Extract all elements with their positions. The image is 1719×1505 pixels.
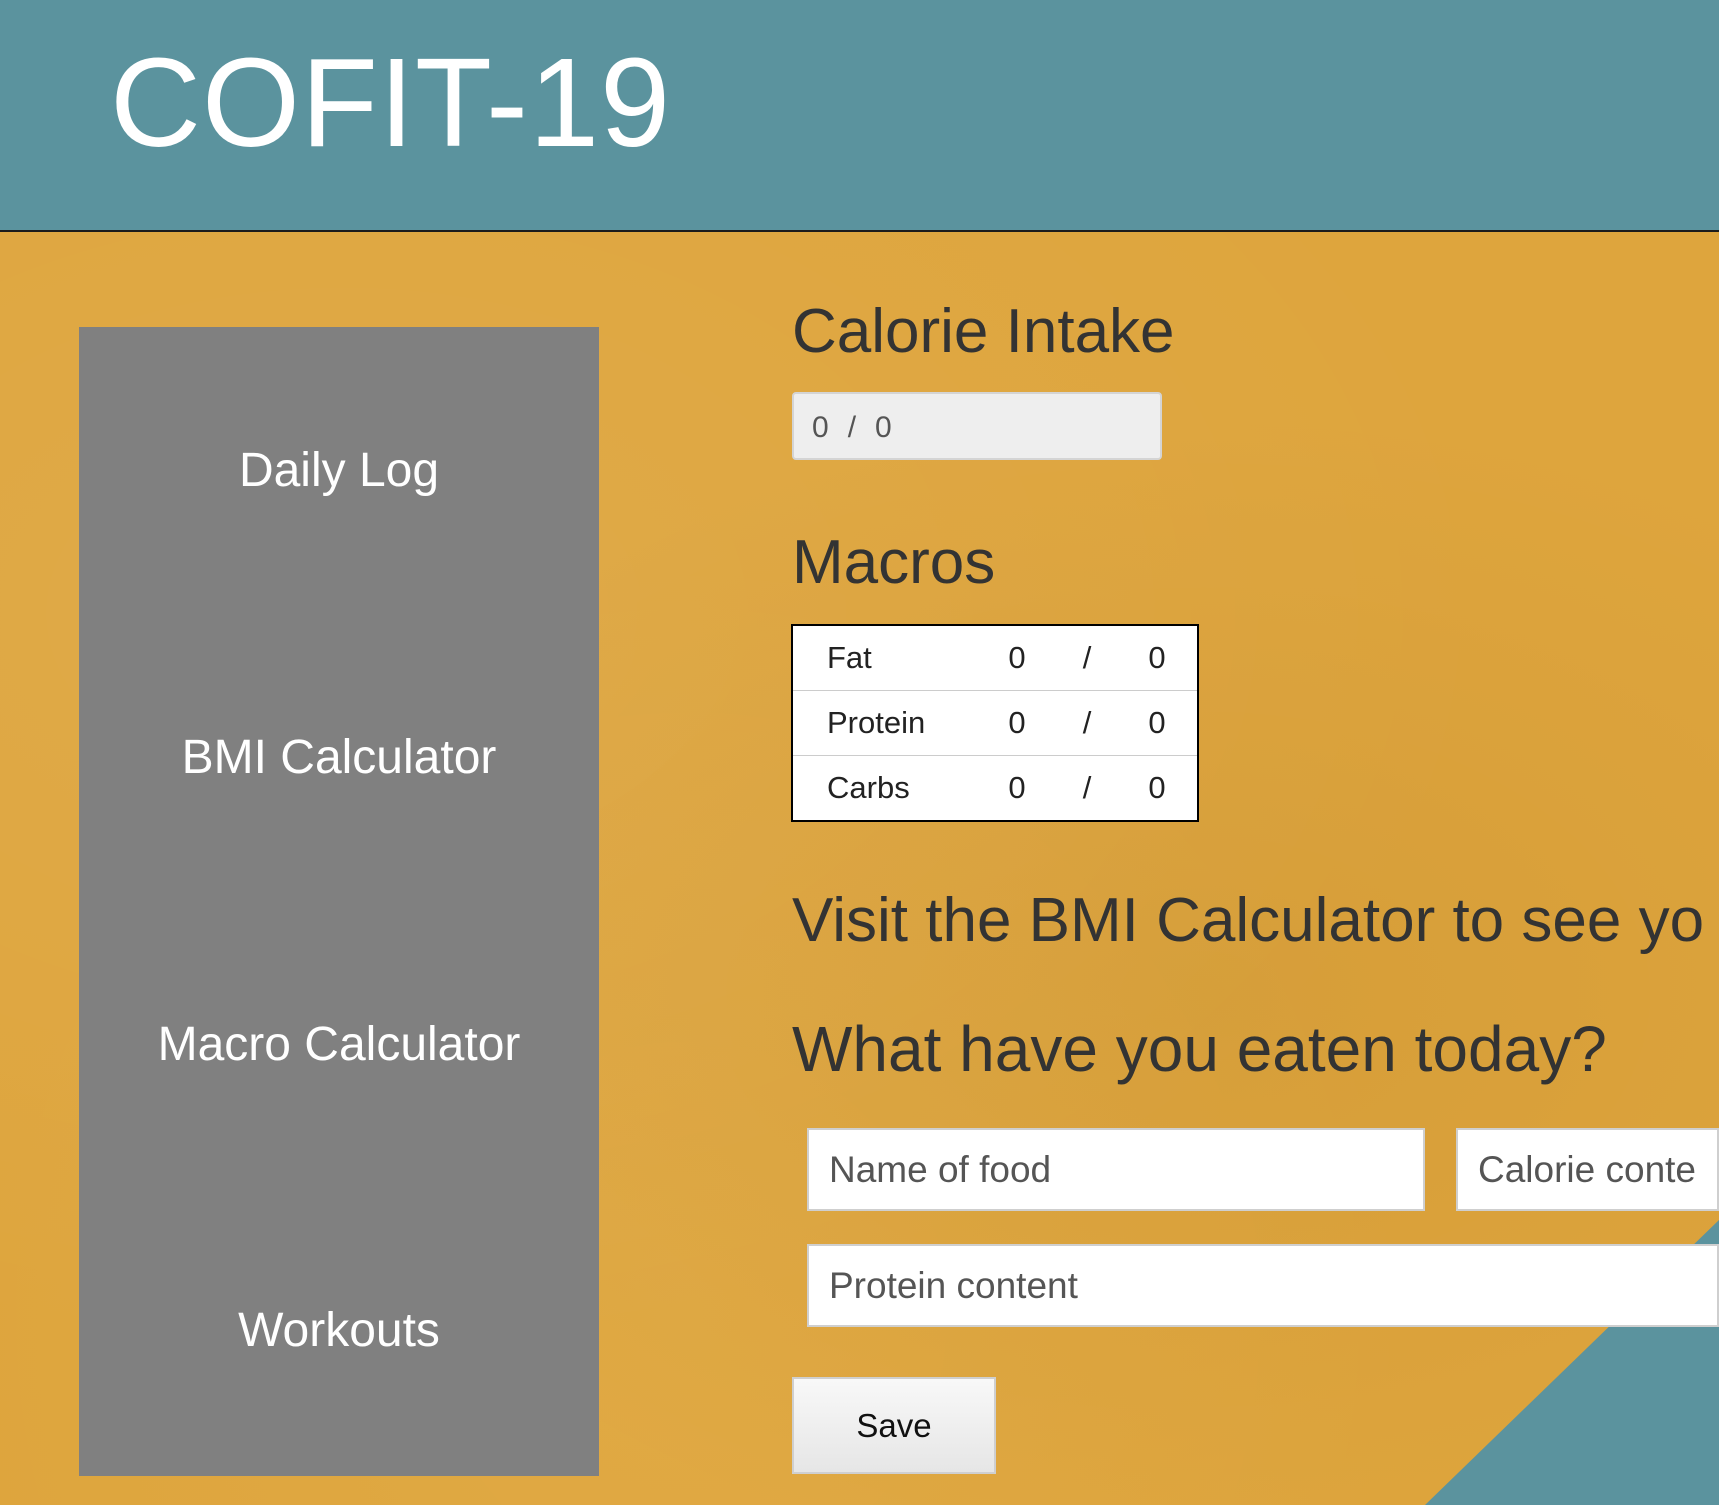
calorie-goal: 0 xyxy=(875,411,893,444)
macro-goal: 0 xyxy=(1117,755,1198,821)
save-button[interactable]: Save xyxy=(792,1377,996,1474)
site-title: COFIT-19 xyxy=(110,32,672,173)
sidebar-nav: Daily Log BMI Calculator Macro Calculato… xyxy=(79,327,599,1476)
macro-value: 0 xyxy=(977,690,1057,756)
calorie-intake-heading: Calorie Intake xyxy=(792,297,1175,366)
table-row: Fat 0 / 0 xyxy=(792,625,1198,691)
macro-value: 0 xyxy=(1008,640,1026,675)
calorie-separator: / xyxy=(847,411,858,444)
table-row: Carbs 0 / 0 xyxy=(792,755,1198,821)
macro-separator: / xyxy=(1082,640,1092,675)
protein-content-input[interactable] xyxy=(807,1244,1719,1327)
macros-heading: Macros xyxy=(792,528,996,597)
calorie-intake-display: 0 / 0 xyxy=(792,392,1162,460)
sidebar-item-daily-log[interactable]: Daily Log xyxy=(79,443,599,498)
sidebar-item-workouts[interactable]: Workouts xyxy=(79,1303,599,1358)
macro-goal: 0 xyxy=(1148,640,1166,675)
site-header: COFIT-19 xyxy=(0,0,1719,232)
macro-goal: 0 xyxy=(1117,690,1198,756)
macro-separator: / xyxy=(1057,755,1117,821)
macros-table: Fat 0 / 0 Protein 0 / 0 Carbs 0 / 0 xyxy=(791,624,1199,822)
sidebar-item-macro-calculator[interactable]: Macro Calculator xyxy=(79,1017,599,1072)
macro-name: Fat xyxy=(827,640,872,675)
bmi-message: Visit the BMI Calculator to see yo xyxy=(792,886,1705,955)
calorie-content-input[interactable] xyxy=(1456,1128,1719,1211)
macro-name: Protein xyxy=(792,690,977,756)
macro-name: Carbs xyxy=(792,755,977,821)
calorie-consumed: 0 xyxy=(812,411,830,444)
macro-value: 0 xyxy=(977,755,1057,821)
macro-separator: / xyxy=(1057,690,1117,756)
food-form-heading: What have you eaten today? xyxy=(792,1013,1607,1085)
sidebar-item-bmi-calculator[interactable]: BMI Calculator xyxy=(79,730,599,785)
food-name-input[interactable] xyxy=(807,1128,1425,1211)
table-row: Protein 0 / 0 xyxy=(792,690,1198,756)
